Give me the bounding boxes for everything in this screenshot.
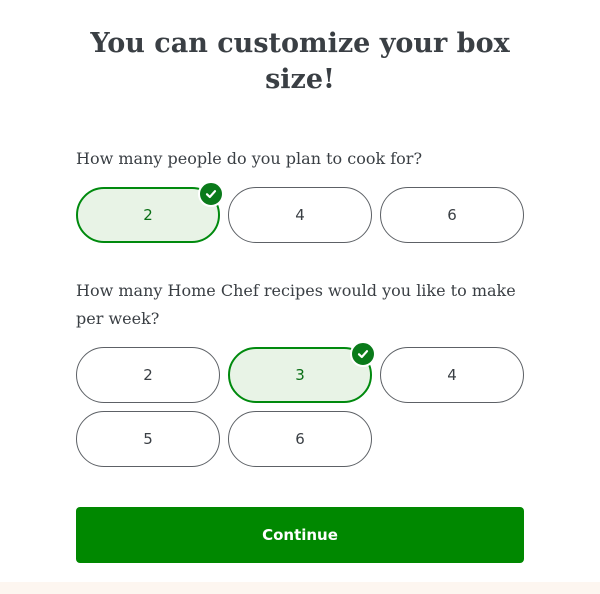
- box-size-panel: You can customize your box size! How man…: [0, 0, 600, 582]
- people-option-4[interactable]: 4: [228, 187, 372, 243]
- recipes-question-label: How many Home Chef recipes would you lik…: [76, 281, 516, 328]
- people-question-label: How many people do you plan to cook for?: [76, 149, 423, 168]
- recipes-option-label: 4: [447, 366, 457, 384]
- recipes-option-4[interactable]: 4: [380, 347, 524, 403]
- people-option-label: 4: [295, 206, 305, 224]
- checkmark-icon: [350, 341, 376, 367]
- recipes-option-label: 2: [143, 366, 153, 384]
- checkmark-icon: [198, 181, 224, 207]
- recipes-option-label: 6: [295, 430, 305, 448]
- recipes-option-6[interactable]: 6: [228, 411, 372, 467]
- people-option-6[interactable]: 6: [380, 187, 524, 243]
- recipes-option-2[interactable]: 2: [76, 347, 220, 403]
- recipes-option-label: 5: [143, 430, 153, 448]
- recipes-option-3[interactable]: 3: [228, 341, 376, 403]
- recipes-option-5[interactable]: 5: [76, 411, 220, 467]
- people-option-label: 2: [143, 206, 153, 224]
- people-option-2[interactable]: 2: [76, 181, 224, 243]
- footer-strip: [0, 582, 600, 594]
- continue-button[interactable]: Continue: [76, 507, 524, 563]
- page-title: You can customize your box size!: [90, 28, 510, 95]
- people-option-label: 6: [447, 206, 457, 224]
- recipes-option-label: 3: [295, 366, 305, 384]
